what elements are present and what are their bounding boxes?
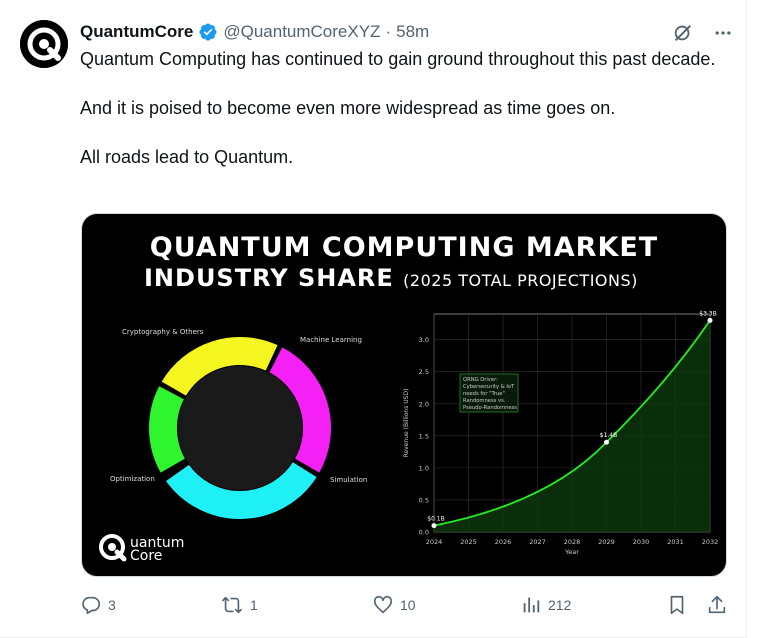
retweet-button[interactable]: 1: [220, 594, 258, 616]
separator-dot: ·: [385, 22, 392, 41]
share-icon: [708, 595, 726, 614]
tweet-actions: 3 1 10 212: [80, 594, 728, 618]
bookmark-icon: [670, 595, 684, 615]
like-button[interactable]: 10: [372, 594, 416, 616]
donut-hole: [178, 366, 302, 490]
tweet-header: QuantumCore @QuantumCoreXYZ · 58m: [80, 21, 429, 43]
grok-button[interactable]: [670, 20, 696, 46]
infographic-title-line2: INDUSTRY SHARE (2025 TOTAL PROJECTIONS): [144, 264, 726, 292]
views-button[interactable]: 212: [520, 594, 571, 616]
grok-icon: [674, 24, 692, 42]
revenue-chart: 0.0 0.5 1.0 1.5 2.0 2.5 3.0 2024 2025 2026 2027 202…: [392, 308, 722, 576]
author-name[interactable]: QuantumCore: [80, 22, 193, 42]
donut-label-sim: Simulation: [330, 476, 368, 484]
share-button[interactable]: [706, 594, 728, 616]
infographic-logo-text: uantum Core: [130, 536, 184, 564]
views-bar-chart-icon: [523, 597, 540, 613]
tweet-text-line: All roads lead to Quantum.: [80, 147, 294, 167]
x-tick-label: 2030: [633, 538, 650, 546]
x-tick-label: 2031: [667, 538, 684, 546]
annotation-line: Cybersecurity & IoT: [463, 384, 515, 390]
y-tick-label: 0.5: [419, 496, 429, 504]
reply-icon: [82, 596, 101, 615]
infographic-logo: [94, 529, 130, 570]
tweet-text: Quantum Computing has continued to gain …: [80, 47, 720, 194]
revenue-point-label: $0.1B: [427, 516, 444, 523]
tweet-text-line: Quantum Computing has continued to gain …: [80, 49, 716, 69]
donut-label-crypto: Cryptography & Others: [122, 328, 204, 336]
annotation-line: Randomness vs.: [463, 398, 506, 404]
donut-label-ml: Machine Learning: [300, 336, 362, 344]
avatar[interactable]: [20, 20, 68, 68]
author-handle[interactable]: @QuantumCoreXYZ: [223, 22, 380, 42]
x-tick-label: 2029: [598, 538, 615, 546]
x-tick-label: 2025: [460, 538, 477, 546]
revenue-point: [707, 317, 713, 323]
quantumcore-logo-icon: [20, 20, 68, 68]
revenue-point-label: $3.3B: [699, 310, 716, 317]
revenue-point: [431, 523, 437, 529]
annotation-line: QRNG Driver:: [463, 377, 498, 383]
y-tick-label: 2.5: [419, 368, 429, 376]
more-icon: [715, 31, 731, 35]
tweet-media-image[interactable]: QUANTUM COMPUTING MARKET INDUSTRY SHARE …: [81, 213, 727, 577]
logo-text-line2: Core: [130, 548, 163, 564]
x-axis-label: Year: [564, 548, 579, 556]
infographic-title-main: INDUSTRY SHARE: [144, 264, 394, 292]
retweet-count: 1: [250, 597, 258, 613]
donut-label-opt: Optimization: [110, 475, 155, 483]
y-tick-label: 1.0: [419, 464, 429, 472]
infographic-title-line1: QUANTUM COMPUTING MARKET: [149, 232, 659, 263]
view-count: 212: [548, 597, 572, 613]
top-actions: [670, 20, 736, 46]
heart-icon: [373, 595, 393, 614]
reply-button[interactable]: 3: [80, 594, 116, 616]
x-tick-label: 2026: [495, 538, 512, 546]
x-tick-label: 2032: [702, 538, 719, 546]
timestamp[interactable]: 58m: [396, 22, 429, 42]
retweet-icon: [222, 596, 242, 614]
y-tick-label: 0.0: [419, 529, 429, 537]
tweet-card[interactable]: QuantumCore @QuantumCoreXYZ · 58m Quantu…: [0, 0, 747, 638]
infographic-title-small: (2025 TOTAL PROJECTIONS): [403, 271, 638, 290]
x-tick-label: 2024: [426, 538, 443, 546]
verified-badge-icon: [199, 23, 217, 41]
x-tick-label: 2027: [529, 538, 546, 546]
tweet-text-line: And it is poised to become even more wid…: [80, 98, 616, 118]
y-tick-label: 1.5: [419, 432, 429, 440]
annotation-line: Pseudo-Randomness: [463, 405, 517, 411]
y-tick-label: 3.0: [419, 336, 429, 344]
quantumcore-logo-icon: [99, 534, 127, 562]
revenue-point: [604, 439, 609, 445]
industry-share-donut: [147, 335, 333, 521]
y-tick-label: 2.0: [419, 400, 429, 408]
annotation-line: needs for "True": [463, 391, 505, 397]
x-tick-label: 2028: [564, 538, 581, 546]
revenue-chart-svg: 0.0 0.5 1.0 1.5 2.0 2.5 3.0 2024 2025 2026 2027 202…: [403, 310, 719, 556]
reply-count: 3: [108, 597, 116, 613]
like-count: 10: [400, 597, 416, 613]
more-button[interactable]: [710, 20, 736, 46]
bookmark-button[interactable]: [666, 594, 688, 616]
y-axis-label: Revenue (Billions USD): [403, 389, 410, 458]
revenue-point-label: $1.4B: [600, 432, 617, 439]
